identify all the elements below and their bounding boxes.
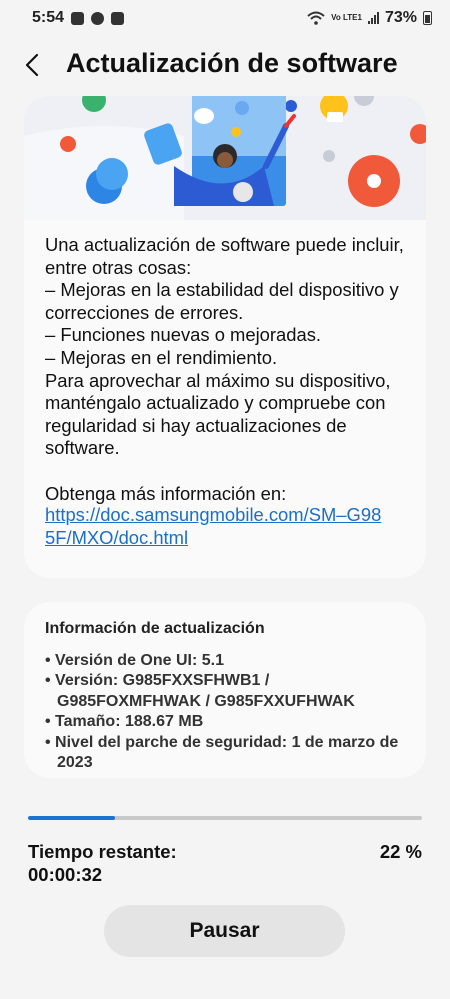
sd-card-notification-icon: [111, 11, 125, 25]
progress-percent: 22 %: [379, 841, 422, 862]
update-info-list: Versión de One UI: 5.1 Versión: G985FXXS…: [45, 651, 415, 773]
status-time: 5:54: [32, 9, 65, 26]
chat-notification-icon: [91, 11, 105, 25]
one-ui-version: Versión de One UI: 5.1: [45, 651, 415, 671]
update-info-title: Información de actualización: [45, 620, 265, 637]
time-remaining-label: Tiempo restante:: [28, 841, 177, 862]
update-size: Tamaño: 188.67 MB: [45, 712, 415, 732]
pause-button[interactable]: Pausar: [104, 905, 345, 957]
battery-icon: [423, 11, 432, 25]
update-description-card: Una actualización de software puede incl…: [24, 96, 426, 578]
back-arrow-icon[interactable]: [20, 52, 46, 78]
status-left: 5:54: [32, 9, 125, 27]
update-illustration: [24, 96, 426, 220]
update-description: Una actualización de software puede incl…: [45, 234, 404, 459]
more-info-label: Obtenga más información en:: [45, 483, 287, 504]
documentation-link[interactable]: https://doc.samsungmobile.com/SM–G985F/M…: [45, 504, 385, 549]
time-remaining-value: 00:00:32: [28, 864, 103, 885]
status-right: Vo LTE1 73%: [307, 9, 432, 27]
page-title: Actualización de software: [66, 48, 398, 78]
status-bar: 5:54 Vo LTE1 73%: [0, 0, 450, 36]
wifi-icon: [307, 11, 325, 25]
update-info-card: Información de actualización Versión de …: [24, 602, 426, 778]
app-header: Actualización de software: [0, 40, 450, 92]
volte-indicator: Vo LTE1: [331, 13, 362, 22]
download-progress-fill: [28, 816, 115, 820]
download-progress-bar: [28, 816, 422, 820]
music-notification-icon: [71, 11, 85, 25]
security-patch-level: Nivel del parche de seguridad: 1 de marz…: [45, 733, 415, 774]
battery-percent: 73%: [384, 9, 417, 26]
signal-icon: [367, 12, 379, 24]
build-version: Versión: G985FXXSFHWB1 / G985FOXMFHWAK /…: [45, 671, 415, 712]
